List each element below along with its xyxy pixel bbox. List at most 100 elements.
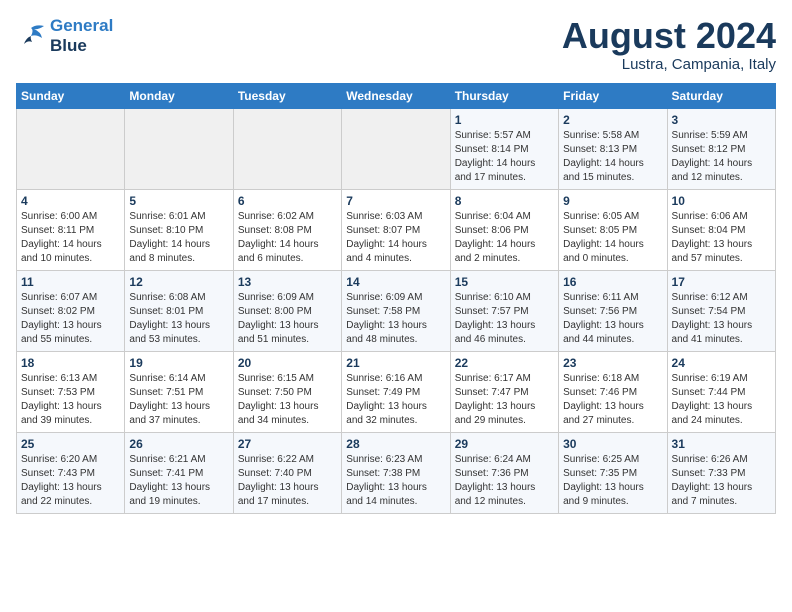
day-number: 29 <box>455 437 554 451</box>
day-info: Sunrise: 6:23 AM Sunset: 7:38 PM Dayligh… <box>346 453 445 509</box>
day-number: 14 <box>346 275 445 289</box>
day-number: 6 <box>238 194 337 208</box>
calendar-cell-1-7: 3Sunrise: 5:59 AM Sunset: 8:12 PM Daylig… <box>667 108 775 189</box>
day-info: Sunrise: 6:06 AM Sunset: 8:04 PM Dayligh… <box>672 210 771 266</box>
calendar-cell-1-4 <box>342 108 450 189</box>
calendar-cell-3-7: 17 Sunrise: 6:12 AM Sunset: 7:54 PM Dayli… <box>667 270 775 351</box>
calendar-cell-5-1: 25 Sunrise: 6:20 AM Sunset: 7:43 PM Dayli… <box>17 432 125 513</box>
day-number: 1 <box>455 113 554 127</box>
calendar-cell-4-4: 21 Sunrise: 6:16 AM Sunset: 7:49 PM Dayli… <box>342 351 450 432</box>
logo: General Blue <box>16 16 113 55</box>
day-number: 28 <box>346 437 445 451</box>
calendar-cell-4-7: 24 Sunrise: 6:19 AM Sunset: 7:44 PM Dayli… <box>667 351 775 432</box>
day-number: 20 <box>238 356 337 370</box>
calendar-cell-3-1: 11Sunrise: 6:07 AM Sunset: 8:02 PM Dayli… <box>17 270 125 351</box>
calendar-cell-2-4: 7 Sunrise: 6:03 AM Sunset: 8:07 PM Daylig… <box>342 189 450 270</box>
day-info: Sunrise: 6:24 AM Sunset: 7:36 PM Dayligh… <box>455 453 554 509</box>
day-info: Sunrise: 6:03 AM Sunset: 8:07 PM Dayligh… <box>346 210 445 266</box>
day-number: 9 <box>563 194 662 208</box>
calendar-cell-2-7: 10Sunrise: 6:06 AM Sunset: 8:04 PM Dayli… <box>667 189 775 270</box>
calendar-cell-1-6: 2 Sunrise: 5:58 AM Sunset: 8:13 PM Daylig… <box>559 108 667 189</box>
calendar-week-3: 11Sunrise: 6:07 AM Sunset: 8:02 PM Dayli… <box>17 270 776 351</box>
calendar-cell-4-3: 20 Sunrise: 6:15 AM Sunset: 7:50 PM Dayli… <box>233 351 341 432</box>
day-info: Sunrise: 6:05 AM Sunset: 8:05 PM Dayligh… <box>563 210 662 266</box>
calendar-cell-4-5: 22Sunrise: 6:17 AM Sunset: 7:47 PM Dayli… <box>450 351 558 432</box>
day-number: 25 <box>21 437 120 451</box>
day-info: Sunrise: 6:16 AM Sunset: 7:49 PM Dayligh… <box>346 372 445 428</box>
day-info: Sunrise: 6:25 AM Sunset: 7:35 PM Dayligh… <box>563 453 662 509</box>
day-number: 24 <box>672 356 771 370</box>
day-number: 4 <box>21 194 120 208</box>
day-info: Sunrise: 6:19 AM Sunset: 7:44 PM Dayligh… <box>672 372 771 428</box>
weekday-header-row: SundayMondayTuesdayWednesdayThursdayFrid… <box>17 83 776 108</box>
calendar-header: SundayMondayTuesdayWednesdayThursdayFrid… <box>17 83 776 108</box>
weekday-header-wednesday: Wednesday <box>342 83 450 108</box>
weekday-header-monday: Monday <box>125 83 233 108</box>
day-info: Sunrise: 6:14 AM Sunset: 7:51 PM Dayligh… <box>129 372 228 428</box>
calendar-cell-2-1: 4 Sunrise: 6:00 AM Sunset: 8:11 PM Daylig… <box>17 189 125 270</box>
calendar-cell-2-2: 5 Sunrise: 6:01 AM Sunset: 8:10 PM Daylig… <box>125 189 233 270</box>
day-number: 23 <box>563 356 662 370</box>
weekday-header-saturday: Saturday <box>667 83 775 108</box>
logo-icon <box>16 24 46 48</box>
day-info: Sunrise: 6:00 AM Sunset: 8:11 PM Dayligh… <box>21 210 120 266</box>
calendar-body: 1 Sunrise: 5:57 AM Sunset: 8:14 PM Daylig… <box>17 108 776 513</box>
day-number: 18 <box>21 356 120 370</box>
day-info: Sunrise: 6:08 AM Sunset: 8:01 PM Dayligh… <box>129 291 228 347</box>
calendar-cell-3-4: 14 Sunrise: 6:09 AM Sunset: 7:58 PM Dayli… <box>342 270 450 351</box>
day-info: Sunrise: 6:12 AM Sunset: 7:54 PM Dayligh… <box>672 291 771 347</box>
calendar-cell-2-3: 6Sunrise: 6:02 AM Sunset: 8:08 PM Daylig… <box>233 189 341 270</box>
calendar-title: August 2024 <box>562 16 776 56</box>
day-number: 2 <box>563 113 662 127</box>
weekday-header-tuesday: Tuesday <box>233 83 341 108</box>
calendar-cell-4-6: 23 Sunrise: 6:18 AM Sunset: 7:46 PM Dayli… <box>559 351 667 432</box>
calendar-table: SundayMondayTuesdayWednesdayThursdayFrid… <box>16 83 776 514</box>
logo-line1: General <box>50 16 113 35</box>
calendar-cell-5-3: 27Sunrise: 6:22 AM Sunset: 7:40 PM Dayli… <box>233 432 341 513</box>
calendar-cell-3-5: 15Sunrise: 6:10 AM Sunset: 7:57 PM Dayli… <box>450 270 558 351</box>
calendar-subtitle: Lustra, Campania, Italy <box>562 56 776 73</box>
day-number: 13 <box>238 275 337 289</box>
page-header: General Blue August 2024 Lustra, Campani… <box>16 16 776 73</box>
day-number: 7 <box>346 194 445 208</box>
calendar-week-5: 25 Sunrise: 6:20 AM Sunset: 7:43 PM Dayli… <box>17 432 776 513</box>
weekday-header-sunday: Sunday <box>17 83 125 108</box>
logo-text: General Blue <box>50 16 113 55</box>
calendar-week-4: 18Sunrise: 6:13 AM Sunset: 7:53 PM Dayli… <box>17 351 776 432</box>
day-info: Sunrise: 6:11 AM Sunset: 7:56 PM Dayligh… <box>563 291 662 347</box>
day-info: Sunrise: 6:18 AM Sunset: 7:46 PM Dayligh… <box>563 372 662 428</box>
calendar-cell-1-1 <box>17 108 125 189</box>
calendar-cell-5-4: 28 Sunrise: 6:23 AM Sunset: 7:38 PM Dayli… <box>342 432 450 513</box>
day-number: 5 <box>129 194 228 208</box>
day-info: Sunrise: 6:20 AM Sunset: 7:43 PM Dayligh… <box>21 453 120 509</box>
day-number: 19 <box>129 356 228 370</box>
day-number: 21 <box>346 356 445 370</box>
day-number: 17 <box>672 275 771 289</box>
calendar-cell-4-1: 18Sunrise: 6:13 AM Sunset: 7:53 PM Dayli… <box>17 351 125 432</box>
logo-line2: Blue <box>50 36 87 55</box>
day-info: Sunrise: 6:01 AM Sunset: 8:10 PM Dayligh… <box>129 210 228 266</box>
day-number: 3 <box>672 113 771 127</box>
day-number: 15 <box>455 275 554 289</box>
day-info: Sunrise: 6:15 AM Sunset: 7:50 PM Dayligh… <box>238 372 337 428</box>
day-number: 27 <box>238 437 337 451</box>
calendar-week-1: 1 Sunrise: 5:57 AM Sunset: 8:14 PM Daylig… <box>17 108 776 189</box>
day-info: Sunrise: 6:04 AM Sunset: 8:06 PM Dayligh… <box>455 210 554 266</box>
day-number: 12 <box>129 275 228 289</box>
calendar-cell-5-2: 26 Sunrise: 6:21 AM Sunset: 7:41 PM Dayli… <box>125 432 233 513</box>
day-info: Sunrise: 6:26 AM Sunset: 7:33 PM Dayligh… <box>672 453 771 509</box>
calendar-cell-5-7: 31Sunrise: 6:26 AM Sunset: 7:33 PM Dayli… <box>667 432 775 513</box>
calendar-cell-2-6: 9 Sunrise: 6:05 AM Sunset: 8:05 PM Daylig… <box>559 189 667 270</box>
calendar-cell-5-5: 29 Sunrise: 6:24 AM Sunset: 7:36 PM Dayli… <box>450 432 558 513</box>
weekday-header-friday: Friday <box>559 83 667 108</box>
calendar-cell-2-5: 8Sunrise: 6:04 AM Sunset: 8:06 PM Daylig… <box>450 189 558 270</box>
day-number: 30 <box>563 437 662 451</box>
day-info: Sunrise: 5:58 AM Sunset: 8:13 PM Dayligh… <box>563 129 662 185</box>
calendar-cell-1-2 <box>125 108 233 189</box>
day-info: Sunrise: 5:57 AM Sunset: 8:14 PM Dayligh… <box>455 129 554 185</box>
day-number: 11 <box>21 275 120 289</box>
day-number: 26 <box>129 437 228 451</box>
calendar-cell-3-6: 16Sunrise: 6:11 AM Sunset: 7:56 PM Dayli… <box>559 270 667 351</box>
day-info: Sunrise: 6:21 AM Sunset: 7:41 PM Dayligh… <box>129 453 228 509</box>
day-info: Sunrise: 6:09 AM Sunset: 7:58 PM Dayligh… <box>346 291 445 347</box>
